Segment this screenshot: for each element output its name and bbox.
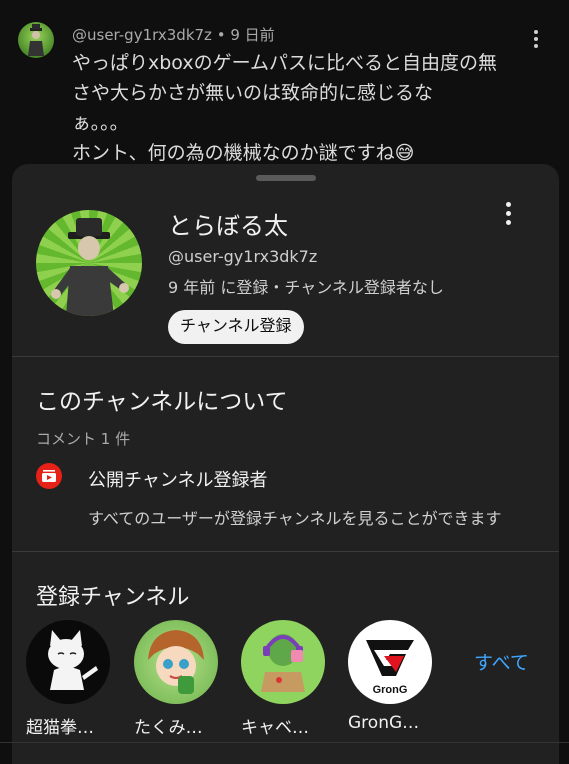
public-subscriptions-desc: すべてのユーザーが登録チャンネルを見ることができます	[88, 509, 502, 528]
channel-info: 9 年前 に登録・チャンネル登録者なし	[168, 278, 444, 297]
divider	[12, 356, 559, 357]
channel-label: キャベ…	[241, 718, 309, 738]
comment-text: やっぱりxboxのゲームパスに比べると自由度の無 さや大らかさが無いのは致命的に…	[72, 48, 537, 168]
comment-more-vert-icon[interactable]	[528, 30, 544, 50]
channel-thumbnail	[134, 620, 218, 704]
about-title: このチャンネルについて	[36, 389, 288, 415]
dot	[505, 202, 511, 207]
comment-meta: @user-gy1rx3dk7z • 9 日前	[72, 24, 275, 45]
channel-handle: @user-gy1rx3dk7z	[168, 247, 318, 266]
drag-handle[interactable]	[256, 175, 316, 181]
dot	[534, 37, 538, 41]
subscriptions-title: 登録チャンネル	[36, 585, 190, 610]
comment-line: やっぱりxboxのゲームパスに比べると自由度の無	[72, 52, 498, 74]
channel-thumbnail	[26, 620, 110, 704]
channel-name: とらぼる太	[168, 212, 288, 240]
dot	[534, 44, 538, 48]
subscription-channel-item[interactable]: 超猫拳…	[26, 620, 114, 738]
comment-count: コメント 1 件	[36, 430, 131, 448]
channel-label: GronG…	[348, 713, 420, 733]
subscription-channel-item[interactable]: キャベ…	[241, 620, 329, 738]
channel-label: たくみ…	[134, 718, 203, 738]
background-comment: @user-gy1rx3dk7z • 9 日前 やっぱりxboxのゲームパスに比…	[0, 0, 569, 180]
channel-thumbnail: GronG	[348, 620, 432, 704]
subscription-channel-item[interactable]: GronG GronG…	[348, 620, 436, 733]
subscribe-button[interactable]: チャンネル登録	[168, 310, 304, 344]
channel-thumbnail	[241, 620, 325, 704]
more-vert-icon[interactable]	[500, 202, 516, 226]
subscriptions-icon	[36, 463, 62, 489]
comment-line: ぁ。。。	[72, 112, 129, 134]
comment-author[interactable]: @user-gy1rx3dk7z	[72, 26, 212, 44]
meta-separator: •	[211, 26, 231, 44]
channel-label: 超猫拳…	[26, 718, 94, 738]
dot	[505, 220, 511, 225]
bottom-divider	[0, 742, 569, 743]
public-subscriptions-title: 公開チャンネル登録者	[88, 470, 268, 491]
dot	[534, 30, 538, 34]
divider	[12, 551, 559, 552]
grong-logo-text: GronG	[373, 684, 408, 696]
comment-avatar[interactable]	[18, 22, 54, 58]
channel-avatar[interactable]	[36, 210, 142, 316]
see-all-link[interactable]: すべて	[474, 648, 529, 675]
subscription-channel-item[interactable]: たくみ…	[134, 620, 222, 738]
dot	[505, 211, 511, 216]
comment-line: さや大らかさが無いのは致命的に感じるな	[72, 82, 434, 104]
comment-time: 9 日前	[230, 26, 275, 44]
channel-bottom-sheet: とらぼる太 @user-gy1rx3dk7z 9 年前 に登録・チャンネル登録者…	[12, 164, 559, 764]
